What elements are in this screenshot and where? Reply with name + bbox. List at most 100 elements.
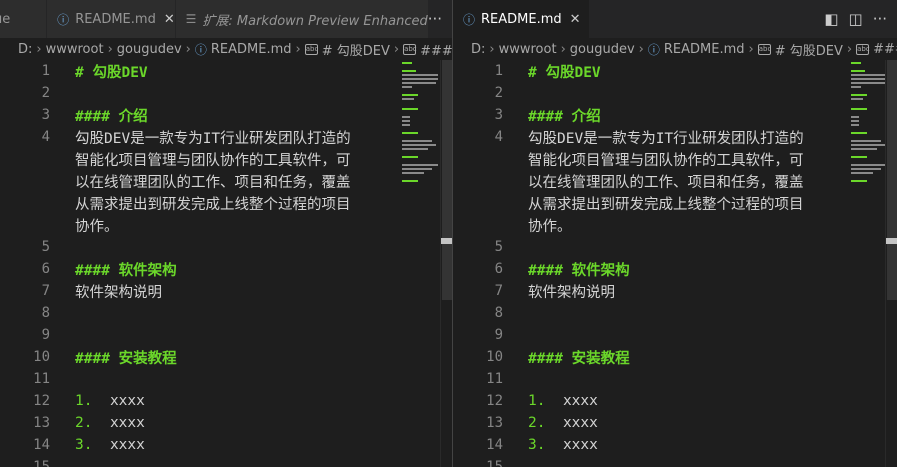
close-icon[interactable]: ✕	[570, 12, 581, 27]
line-number: 15	[486, 459, 503, 467]
minimap-line	[851, 62, 861, 64]
symbol-string-icon: abc	[304, 43, 319, 55]
scrollbar-thumb[interactable]	[442, 60, 452, 300]
breadcrumb-folder[interactable]: gougudev	[570, 42, 635, 57]
tab-readme-left[interactable]: ⓘ README.md ✕	[47, 0, 176, 38]
chevron-right-icon: ›	[748, 41, 754, 57]
code-text: #### 安装教程	[528, 350, 630, 367]
minimap-line	[402, 164, 438, 166]
minimap-line	[402, 70, 416, 72]
list-marker: 3.	[75, 437, 93, 453]
minimap-line	[851, 86, 861, 88]
info-icon: ⓘ	[57, 12, 70, 27]
breadcrumb-file[interactable]: README.md	[664, 42, 745, 57]
breadcrumb-symbol[interactable]: ####	[873, 42, 897, 57]
line-number: 2	[41, 85, 50, 101]
wrapped-text-row: 从需求提出到研发完成上线整个过程的项目	[528, 196, 804, 213]
minimap-line	[851, 98, 863, 100]
breadcrumb-drive[interactable]: D:	[471, 42, 485, 57]
minimap-line	[851, 164, 887, 166]
chevron-right-icon: ›	[638, 41, 644, 57]
list-marker: 1.	[528, 393, 546, 409]
code-line: 8	[0, 302, 50, 324]
line-number: 9	[41, 327, 50, 343]
line-number: 11	[33, 371, 50, 387]
minimap-line	[402, 98, 414, 100]
code-line: 5	[0, 236, 50, 258]
minimap-line	[402, 132, 418, 134]
breadcrumb-symbol[interactable]: # 勾股DEV	[322, 40, 390, 59]
minimap-line	[402, 156, 418, 158]
code-line: 1 # 勾股DEV	[453, 60, 601, 82]
symbol-string-icon: abc	[757, 43, 772, 55]
minimap-line	[851, 108, 867, 110]
minimap-line	[402, 180, 418, 182]
minimap-line	[851, 144, 885, 146]
code-text: #### 介绍	[75, 108, 148, 125]
minimap-line	[851, 172, 873, 174]
code-editor[interactable]: 1 # 勾股DEV 2 3 #### 介绍 4 勾股DEV是一款专为IT行业研发团队…	[453, 60, 897, 467]
line-number: 2	[494, 85, 503, 101]
close-icon[interactable]: ✕	[164, 12, 175, 27]
right-tabbar: ⓘ README.md ✕ ◧ ◫ ···	[453, 0, 897, 38]
right-tab-actions: ◧ ◫ ···	[824, 0, 897, 38]
code-line: 2	[453, 82, 503, 104]
minimap-line	[851, 116, 859, 118]
vertical-scrollbar[interactable]	[885, 60, 897, 467]
line-number: 14	[33, 437, 50, 453]
line-number: 3	[41, 107, 50, 123]
code-line: 15	[0, 456, 50, 467]
minimap-line	[851, 168, 881, 170]
more-actions-icon[interactable]: ···	[428, 10, 442, 28]
more-actions-icon[interactable]: ···	[873, 10, 887, 28]
code-line: 11	[453, 368, 503, 390]
chevron-right-icon: ›	[846, 41, 853, 57]
breadcrumb-symbol[interactable]: #### 介	[420, 40, 452, 59]
breadcrumb-file[interactable]: README.md	[211, 42, 292, 57]
minimap-line	[851, 94, 867, 96]
minimap[interactable]	[402, 60, 442, 190]
minimap-line	[402, 144, 436, 146]
split-editor-icon[interactable]: ◫	[849, 10, 863, 28]
line-number: 1	[41, 63, 50, 79]
code-text: #### 软件架构	[528, 262, 630, 279]
minimap-line	[402, 82, 436, 84]
code-line: 13 2. xxxx	[453, 412, 598, 434]
open-preview-icon[interactable]: ◧	[824, 10, 838, 28]
chevron-right-icon: ›	[560, 41, 566, 57]
symbol-string-icon: abc	[856, 43, 870, 55]
breadcrumb: D: › wwwroot › gougudev › ⓘ README.md › …	[0, 38, 452, 60]
minimap-line	[402, 74, 438, 76]
code-text: 1. xxxx	[528, 393, 598, 409]
list-marker: 2.	[75, 415, 93, 431]
breadcrumb-drive[interactable]: D:	[18, 42, 32, 57]
code-text: #### 安装教程	[75, 350, 177, 367]
code-editor[interactable]: 1 # 勾股DEV 2 3 #### 介绍 4 勾股DEV是一款专为IT行业研发团队…	[0, 60, 452, 467]
minimap-line	[851, 124, 859, 126]
minimap-line	[402, 168, 432, 170]
code-line: 9	[453, 324, 503, 346]
scrollbar-thumb[interactable]	[887, 60, 897, 300]
code-text: 1. xxxx	[75, 393, 145, 409]
breadcrumb-folder[interactable]: wwwroot	[499, 42, 557, 57]
tab-truncated[interactable]: ue	[0, 0, 48, 38]
wrapped-text-row: 以在线管理团队的工作、项目和任务，覆盖	[528, 174, 804, 191]
breadcrumb-folder[interactable]: wwwroot	[46, 42, 104, 57]
breadcrumb-symbol[interactable]: # 勾股DEV	[775, 40, 843, 59]
line-number: 12	[486, 393, 503, 409]
code-line: 7 软件架构说明	[453, 280, 615, 302]
list-marker: 2.	[528, 415, 546, 431]
breadcrumb-folder[interactable]: gougudev	[117, 42, 182, 57]
line-number: 13	[486, 415, 503, 431]
tab-readme-right[interactable]: ⓘ README.md ✕	[453, 0, 590, 38]
code-text: #### 软件架构	[75, 262, 177, 279]
line-number: 3	[494, 107, 503, 123]
tab-label: README.md	[481, 11, 562, 27]
line-number: 5	[494, 239, 503, 255]
code-line: 12 1. xxxx	[0, 390, 145, 412]
minimap-line	[402, 124, 410, 126]
tab-extension-preview[interactable]: ☰ 扩展: Markdown Preview Enhanced	[175, 0, 452, 38]
minimap-line	[402, 94, 418, 96]
vertical-scrollbar[interactable]	[440, 60, 452, 467]
code-line: 12 1. xxxx	[453, 390, 598, 412]
